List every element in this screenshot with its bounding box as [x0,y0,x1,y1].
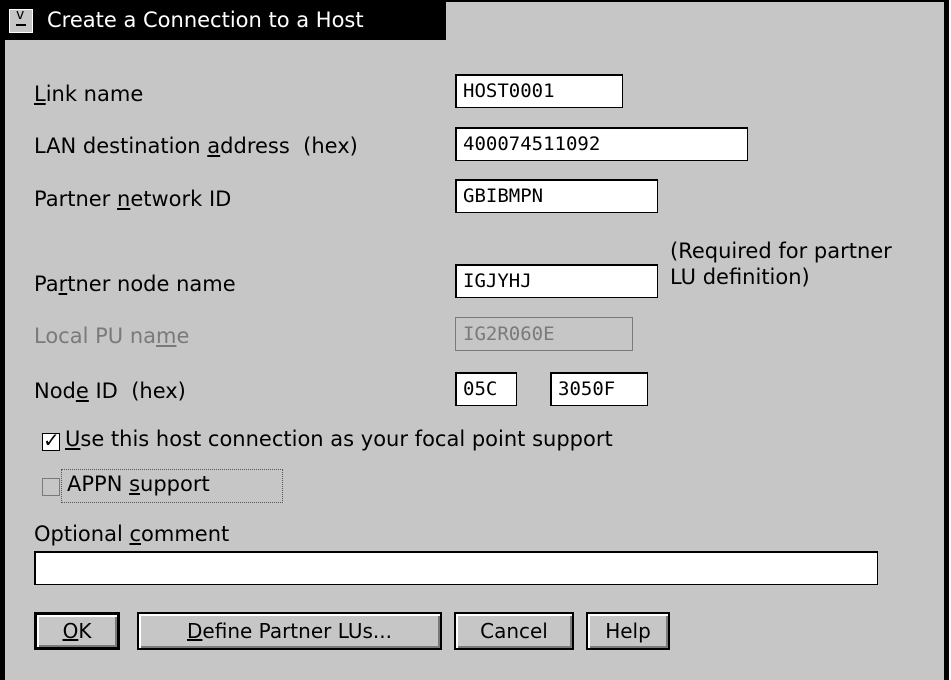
node-id-number-input[interactable]: 3050F [550,372,648,406]
appn-checkbox[interactable] [42,478,60,496]
title-bar[interactable]: Create a Connection to a Host [5,2,446,40]
system-menu-icon[interactable] [9,7,33,33]
local-pu-label: Local PU name [34,324,190,348]
comment-label: Optional comment [34,522,230,546]
partner-network-label: Partner network ID [34,187,232,211]
partner-node-input[interactable]: IGJYHJ [455,264,658,298]
ok-button[interactable]: OK [34,612,120,650]
link-name-input[interactable]: HOST0001 [455,74,623,108]
window-title: Create a Connection to a Host [47,8,364,32]
appn-checkbox-row[interactable]: APPN support [34,469,283,503]
node-id-label: Node ID (hex) [34,379,186,403]
lan-address-input[interactable]: 400074511092 [455,127,748,161]
partner-node-label: Partner node name [34,272,236,296]
local-pu-input: IG2R060E [455,317,633,351]
lan-address-label: LAN destination address (hex) [34,134,358,158]
define-partner-lus-button[interactable]: Define Partner LUs... [137,612,442,650]
cancel-button[interactable]: Cancel [454,612,574,650]
comment-input[interactable] [34,551,878,585]
link-name-label: Link name [34,82,144,106]
appn-label: APPN support [67,472,210,496]
node-id-block-input[interactable]: 05C [455,372,517,406]
help-button[interactable]: Help [586,612,670,650]
focal-point-checkbox[interactable] [42,428,60,452]
focal-point-checkbox-row[interactable]: Use this host connection as your focal p… [34,427,734,457]
dialog-window: Create a Connection to a Host Link name … [0,0,949,680]
partner-node-note: (Required for partner LU definition) [670,239,892,289]
focal-point-label: Use this host connection as your focal p… [65,427,613,451]
partner-network-input[interactable]: GBIBMPN [455,179,658,213]
